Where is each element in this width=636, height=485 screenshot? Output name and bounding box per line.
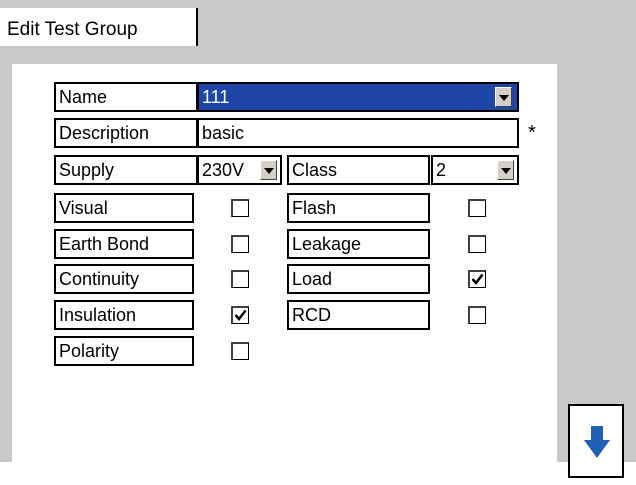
supply-select[interactable]: 230V bbox=[197, 155, 282, 185]
name-dropdown-button[interactable] bbox=[495, 87, 512, 107]
bottom-strip bbox=[0, 462, 636, 485]
test-checkbox-polarity[interactable] bbox=[231, 342, 249, 360]
supply-dropdown-button[interactable] bbox=[260, 160, 277, 180]
description-input[interactable]: basic bbox=[197, 118, 519, 148]
test-checkbox-visual[interactable] bbox=[231, 199, 249, 217]
class-select[interactable]: 2 bbox=[431, 155, 519, 185]
test-checkbox-rcd[interactable] bbox=[468, 306, 486, 324]
class-label: Class bbox=[287, 155, 430, 185]
checkmark-icon bbox=[471, 273, 484, 285]
test-label-rcd: RCD bbox=[287, 300, 430, 330]
test-label-load: Load bbox=[287, 264, 430, 294]
required-marker: * bbox=[528, 122, 536, 144]
test-checkbox-load[interactable] bbox=[468, 270, 486, 288]
arrow-down-icon bbox=[584, 426, 610, 458]
supply-value: 230V bbox=[202, 160, 245, 180]
test-checkbox-earth-bond[interactable] bbox=[231, 235, 249, 253]
name-select[interactable]: 111 bbox=[197, 82, 519, 112]
class-value: 2 bbox=[436, 160, 447, 180]
description-label: Description bbox=[54, 118, 198, 148]
test-label-polarity: Polarity bbox=[54, 336, 194, 366]
test-checkbox-leakage[interactable] bbox=[468, 235, 486, 253]
scroll-down-button[interactable] bbox=[568, 404, 624, 478]
name-label: Name bbox=[54, 82, 198, 112]
test-label-insulation: Insulation bbox=[54, 300, 194, 330]
test-checkbox-insulation[interactable] bbox=[231, 306, 249, 324]
test-label-continuity: Continuity bbox=[54, 264, 194, 294]
test-label-visual: Visual bbox=[54, 193, 194, 223]
tab-edit-test-group[interactable]: Edit Test Group bbox=[0, 8, 198, 46]
checkmark-icon bbox=[234, 309, 247, 321]
name-value: 111 bbox=[202, 87, 230, 107]
class-dropdown-button[interactable] bbox=[497, 160, 514, 180]
test-label-earth-bond: Earth Bond bbox=[54, 229, 194, 259]
test-label-flash: Flash bbox=[287, 193, 430, 223]
test-checkbox-flash[interactable] bbox=[468, 199, 486, 217]
supply-label: Supply bbox=[54, 155, 198, 185]
test-checkbox-continuity[interactable] bbox=[231, 270, 249, 288]
test-label-leakage: Leakage bbox=[287, 229, 430, 259]
